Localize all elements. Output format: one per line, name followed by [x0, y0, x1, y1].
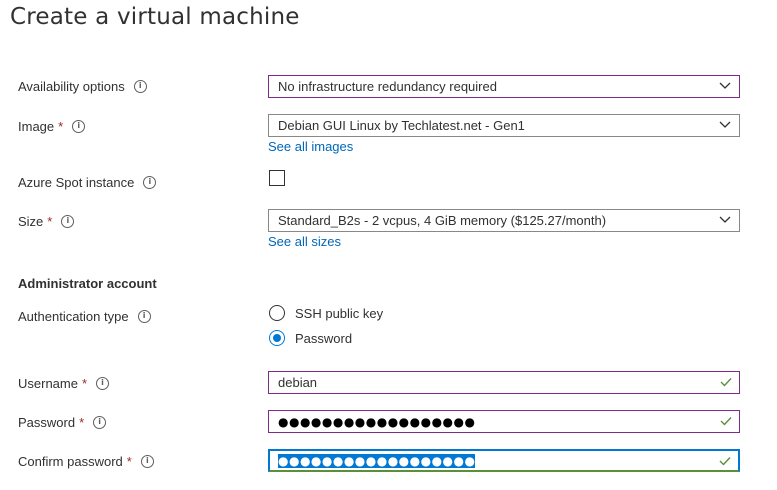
radio-password[interactable]: Password: [269, 330, 352, 346]
confirm-password-value: ●●●●●●●●●●●●●●●●●●: [278, 453, 476, 468]
radio-ssh-label: SSH public key: [295, 305, 384, 321]
radio-password-label: Password: [295, 330, 353, 346]
spot-label: Azure Spot instance i: [18, 172, 157, 192]
see-all-images-link[interactable]: See all images: [268, 139, 353, 154]
confirm-password-input[interactable]: ●●●●●●●●●●●●●●●●●●: [268, 449, 740, 472]
confirm-password-label: Confirm password * i: [18, 451, 154, 471]
availability-dropdown[interactable]: No infrastructure redundancy required: [268, 75, 740, 98]
availability-label: Availability options i: [18, 76, 147, 96]
username-value: debian: [278, 375, 318, 390]
spot-checkbox[interactable]: [269, 170, 285, 186]
username-input[interactable]: debian: [268, 371, 740, 394]
availability-value: No infrastructure redundancy required: [278, 79, 497, 94]
required-marker: *: [126, 453, 132, 469]
required-marker: *: [58, 118, 64, 134]
username-label: Username * i: [18, 373, 110, 393]
chevron-down-icon: [719, 216, 731, 223]
size-label-text: Size: [18, 213, 44, 229]
password-label-text: Password: [18, 414, 76, 430]
chevron-down-icon: [719, 121, 731, 128]
radio-ssh[interactable]: SSH public key: [269, 305, 383, 321]
image-value: Debian GUI Linux by Techlatest.net - Gen…: [278, 118, 525, 133]
image-label-text: Image: [18, 118, 55, 134]
info-icon[interactable]: i: [133, 79, 147, 93]
checkmark-icon: [719, 457, 731, 466]
availability-label-text: Availability options: [18, 78, 125, 94]
see-all-sizes-link[interactable]: See all sizes: [268, 234, 341, 249]
username-label-text: Username: [18, 375, 78, 391]
page-title: Create a virtual machine: [10, 4, 300, 30]
password-label: Password * i: [18, 412, 107, 432]
radio-button-selected[interactable]: [269, 330, 285, 346]
image-dropdown[interactable]: Debian GUI Linux by Techlatest.net - Gen…: [268, 114, 740, 137]
image-label: Image * i: [18, 116, 86, 136]
info-icon[interactable]: i: [93, 415, 107, 429]
info-icon[interactable]: i: [140, 454, 154, 468]
checkmark-icon: [720, 417, 732, 426]
required-marker: *: [47, 213, 53, 229]
radio-button[interactable]: [269, 305, 285, 321]
password-input[interactable]: ●●●●●●●●●●●●●●●●●●: [268, 410, 740, 433]
size-label: Size * i: [18, 211, 75, 231]
password-value: ●●●●●●●●●●●●●●●●●●: [278, 414, 476, 429]
info-icon[interactable]: i: [137, 309, 151, 323]
confirm-password-label-text: Confirm password: [18, 453, 123, 469]
spot-label-text: Azure Spot instance: [18, 174, 135, 190]
required-marker: *: [79, 414, 85, 430]
size-value: Standard_B2s - 2 vcpus, 4 GiB memory ($1…: [278, 213, 607, 228]
info-icon[interactable]: i: [96, 376, 110, 390]
auth-type-label: Authentication type i: [18, 306, 151, 326]
info-icon[interactable]: i: [72, 119, 86, 133]
info-icon[interactable]: i: [61, 214, 75, 228]
info-icon[interactable]: i: [143, 175, 157, 189]
chevron-down-icon: [719, 82, 731, 89]
auth-type-label-text: Authentication type: [18, 308, 129, 324]
size-dropdown[interactable]: Standard_B2s - 2 vcpus, 4 GiB memory ($1…: [268, 209, 740, 232]
required-marker: *: [81, 375, 88, 391]
checkmark-icon: [720, 378, 732, 387]
section-heading: Administrator account: [18, 276, 157, 291]
